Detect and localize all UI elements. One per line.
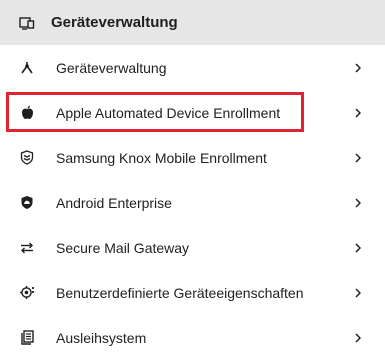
chevron-right-icon	[353, 107, 363, 119]
chevron-right-icon	[353, 287, 363, 299]
menu-item-custom-device-properties[interactable]: Benutzerdefinierte Geräteeigenschaften	[0, 270, 385, 315]
menu-item-label: Geräteverwaltung	[56, 59, 167, 76]
catalog-icon	[18, 329, 36, 347]
chevron-right-icon	[353, 332, 363, 344]
device-gear-icon	[18, 284, 36, 302]
android-shield-icon	[18, 194, 36, 212]
menu-item-label: Ausleihsystem	[56, 329, 147, 346]
menu-item-lending-system[interactable]: Ausleihsystem	[0, 315, 385, 360]
chevron-right-icon	[353, 152, 363, 164]
menu-item-secure-mail-gateway[interactable]: Secure Mail Gateway	[0, 225, 385, 270]
menu-item-samsung-knox[interactable]: Samsung Knox Mobile Enrollment	[0, 135, 385, 180]
devices-icon	[18, 14, 36, 32]
apple-icon	[18, 104, 36, 122]
menu-item-label: Apple Automated Device Enrollment	[56, 104, 281, 121]
device-management-panel: Geräteverwaltung Geräteverwaltung Apple …	[0, 0, 385, 360]
page-title: Geräteverwaltung	[51, 14, 178, 31]
chevron-right-icon	[353, 62, 363, 74]
panel-header: Geräteverwaltung	[0, 0, 385, 45]
swap-arrows-icon	[18, 239, 36, 257]
menu-item-android-enterprise[interactable]: Android Enterprise	[0, 180, 385, 225]
chevron-right-icon	[353, 242, 363, 254]
menu-item-label: Samsung Knox Mobile Enrollment	[56, 149, 267, 166]
menu-item-label: Benutzerdefinierte Geräteeigenschaften	[56, 284, 304, 301]
chevron-right-icon	[353, 197, 363, 209]
shield-chevrons-icon	[18, 149, 36, 167]
menu-item-apple-ade[interactable]: Apple Automated Device Enrollment	[0, 90, 385, 135]
menu-item-label: Secure Mail Gateway	[56, 239, 190, 256]
device-menu: Geräteverwaltung Apple Automated Device …	[0, 45, 385, 360]
menu-item-label: Android Enterprise	[56, 194, 172, 211]
menu-item-device-management[interactable]: Geräteverwaltung	[0, 45, 385, 90]
network-icon	[18, 59, 36, 77]
